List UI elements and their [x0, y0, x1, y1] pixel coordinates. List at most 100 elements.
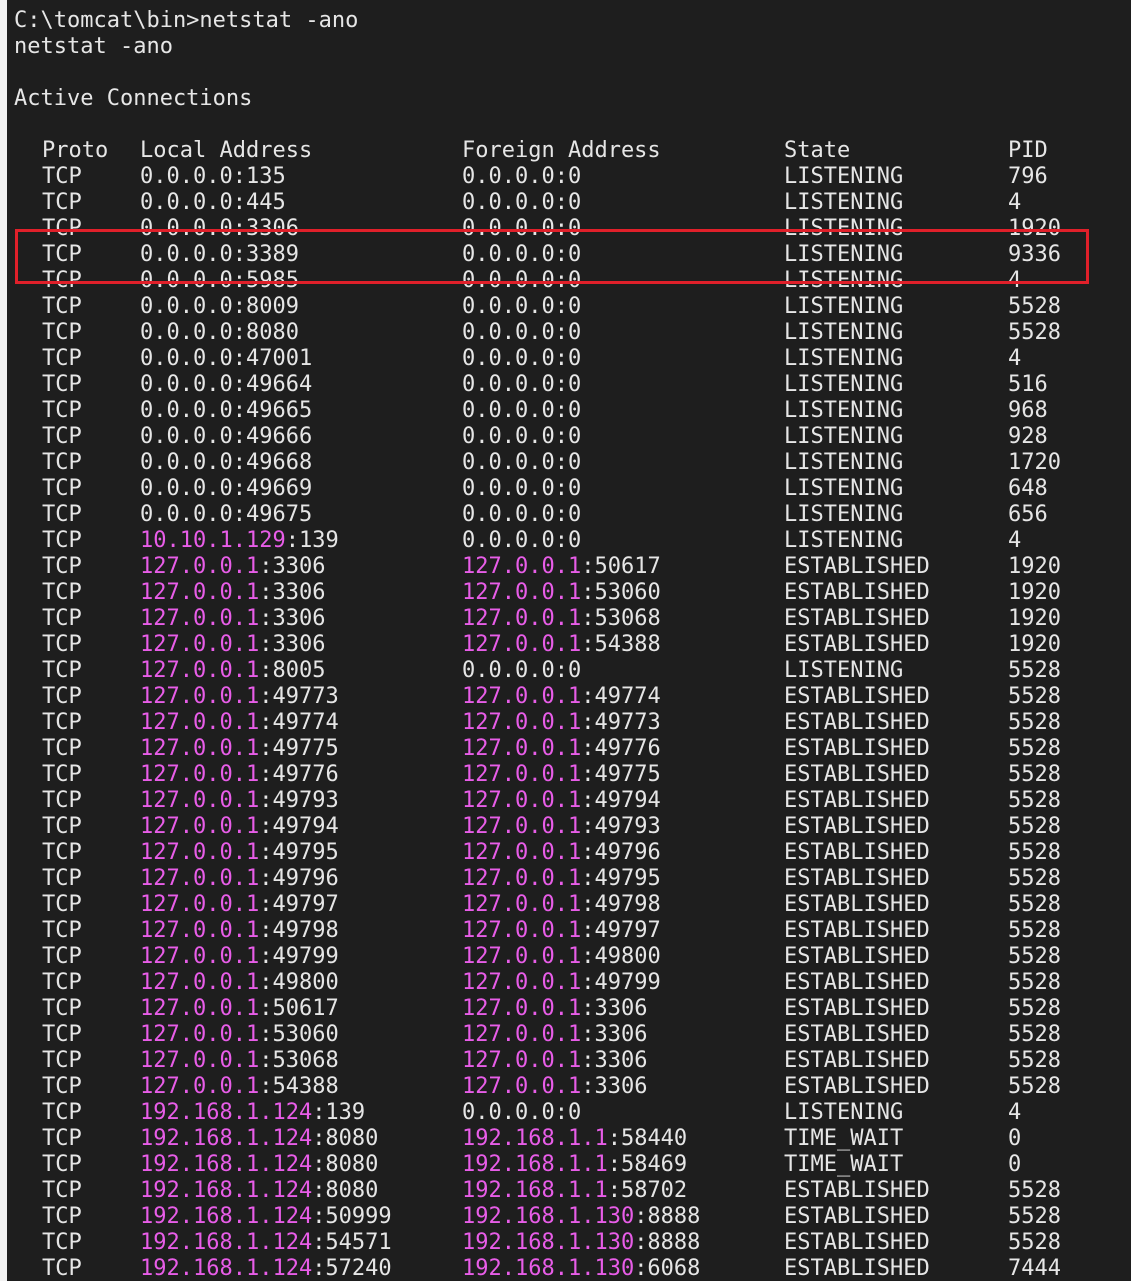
- state-text: ESTABLISHED: [784, 762, 930, 787]
- cell-pid: 5528: [1008, 710, 1061, 736]
- local-port: 0.0.0.0:49669: [140, 476, 313, 501]
- cell-foreign-address: 127.0.0.1:53068: [462, 606, 661, 632]
- state-text: ESTABLISHED: [784, 554, 930, 579]
- cell-foreign-address: 127.0.0.1:49773: [462, 710, 661, 736]
- proto-text: TCP: [42, 372, 82, 397]
- state-text: ESTABLISHED: [784, 1074, 930, 1099]
- cell-local-address: 10.10.1.129:139: [140, 528, 339, 554]
- table-row: TCP 127.0.0.1:3306 127.0.0.1:53060 ESTABLIS…: [7, 580, 1131, 606]
- cell-foreign-address: 192.168.1.130:8888: [462, 1230, 700, 1256]
- cell-local-address: 127.0.0.1:3306: [140, 554, 325, 580]
- cell-foreign-address: 127.0.0.1:49793: [462, 814, 661, 840]
- cell-local-address: 127.0.0.1:3306: [140, 632, 325, 658]
- table-row: TCP 127.0.0.1:53068 127.0.0.1:3306 ESTABLIS…: [7, 1048, 1131, 1074]
- table-header: Proto Local Address Foreign Address Stat…: [7, 138, 1131, 164]
- proto-text: TCP: [42, 580, 82, 605]
- proto-text: TCP: [42, 190, 82, 215]
- foreign-ip: 192.168.1.1: [462, 1152, 608, 1177]
- foreign-port: 0.0.0.0:0: [462, 502, 582, 527]
- foreign-ip: 127.0.0.1: [462, 1022, 582, 1047]
- table-row: TCP 127.0.0.1:54388 127.0.0.1:3306 ESTABLIS…: [7, 1074, 1131, 1100]
- pid-text: 5528: [1008, 658, 1061, 683]
- table-row: TCP 0.0.0.0:445 0.0.0.0:0 LISTENING 4: [7, 190, 1131, 216]
- pid-text: 1720: [1008, 450, 1061, 475]
- cell-foreign-address: 127.0.0.1:49795: [462, 866, 661, 892]
- pid-text: 1920: [1008, 554, 1061, 579]
- cell-pid: 5528: [1008, 762, 1061, 788]
- cell-state: LISTENING: [784, 424, 903, 450]
- cell-foreign-address: 127.0.0.1:49774: [462, 684, 661, 710]
- table-row: TCP 10.10.1.129:139 0.0.0.0:0 LISTENING 4: [7, 528, 1131, 554]
- local-ip: 127.0.0.1: [140, 814, 260, 839]
- table-row: TCP 0.0.0.0:135 0.0.0.0:0 LISTENING 796: [7, 164, 1131, 190]
- cell-state: LISTENING: [784, 528, 903, 554]
- state-text: LISTENING: [784, 424, 904, 449]
- proto-text: TCP: [42, 658, 82, 683]
- table-row: TCP 0.0.0.0:49665 0.0.0.0:0 LISTENING 968: [7, 398, 1131, 424]
- state-text: ESTABLISHED: [784, 1256, 930, 1281]
- foreign-ip: 127.0.0.1: [462, 866, 582, 891]
- pid-text: 1920: [1008, 606, 1061, 631]
- pid-text: 5528: [1008, 1022, 1061, 1047]
- local-port: :49795: [259, 840, 339, 865]
- cell-local-address: 127.0.0.1:49774: [140, 710, 339, 736]
- cell-local-address: 0.0.0.0:49666: [140, 424, 312, 450]
- cell-pid: 5528: [1008, 1022, 1061, 1048]
- cell-foreign-address: 0.0.0.0:0: [462, 346, 581, 372]
- local-ip: 127.0.0.1: [140, 632, 260, 657]
- cell-local-address: 192.168.1.124:139: [140, 1100, 365, 1126]
- state-text: LISTENING: [784, 398, 904, 423]
- cell-local-address: 127.0.0.1:49795: [140, 840, 339, 866]
- local-ip: 127.0.0.1: [140, 658, 260, 683]
- foreign-ip: 127.0.0.1: [462, 580, 582, 605]
- foreign-port: :49773: [581, 710, 661, 735]
- foreign-ip: 127.0.0.1: [462, 736, 582, 761]
- local-ip: 127.0.0.1: [140, 944, 260, 969]
- state-text: ESTABLISHED: [784, 710, 930, 735]
- table-row: TCP 127.0.0.1:49775 127.0.0.1:49776 ESTABLI…: [7, 736, 1131, 762]
- proto-text: TCP: [42, 554, 82, 579]
- cell-state: TIME_WAIT: [784, 1152, 903, 1178]
- state-text: ESTABLISHED: [784, 1204, 930, 1229]
- cell-state: ESTABLISHED: [784, 970, 930, 996]
- local-port: :57240: [312, 1256, 392, 1281]
- cell-state: ESTABLISHED: [784, 1048, 930, 1074]
- header-foreign-address: Foreign Address: [462, 138, 661, 163]
- pid-text: 5528: [1008, 294, 1061, 319]
- cell-pid: 5528: [1008, 1204, 1061, 1230]
- pid-text: 0: [1008, 1152, 1022, 1177]
- cell-local-address: 0.0.0.0:8080: [140, 320, 299, 346]
- cell-foreign-address: 0.0.0.0:0: [462, 528, 581, 554]
- cell-proto: TCP: [42, 762, 82, 788]
- cell-foreign-address: 0.0.0.0:0: [462, 502, 581, 528]
- cell-proto: TCP: [42, 814, 82, 840]
- local-port: :53060: [259, 1022, 339, 1047]
- cell-local-address: 127.0.0.1:49800: [140, 970, 339, 996]
- cell-pid: 5528: [1008, 294, 1061, 320]
- pid-text: 4: [1008, 528, 1022, 553]
- cell-local-address: 127.0.0.1:49798: [140, 918, 339, 944]
- state-text: ESTABLISHED: [784, 944, 930, 969]
- foreign-ip: 192.168.1.130: [462, 1256, 635, 1281]
- local-port: 0.0.0.0:8009: [140, 294, 299, 319]
- proto-text: TCP: [42, 1152, 82, 1177]
- foreign-port: 0.0.0.0:0: [462, 346, 582, 371]
- console-window[interactable]: C:\tomcat\bin>netstat -ano netstat -ano …: [7, 0, 1131, 1281]
- foreign-ip: 127.0.0.1: [462, 970, 582, 995]
- pid-text: 5528: [1008, 892, 1061, 917]
- pid-text: 968: [1008, 398, 1048, 423]
- cell-state: ESTABLISHED: [784, 736, 930, 762]
- foreign-ip: 127.0.0.1: [462, 788, 582, 813]
- proto-text: TCP: [42, 346, 82, 371]
- proto-text: TCP: [42, 788, 82, 813]
- table-row: TCP 0.0.0.0:49664 0.0.0.0:0 LISTENING 516: [7, 372, 1131, 398]
- foreign-port: :49798: [581, 892, 661, 917]
- proto-text: TCP: [42, 1126, 82, 1151]
- foreign-port: :49776: [581, 736, 661, 761]
- local-port: :8080: [312, 1152, 379, 1177]
- foreign-port: :49775: [581, 762, 661, 787]
- cell-pid: 5528: [1008, 892, 1061, 918]
- local-port: :139: [312, 1100, 366, 1125]
- cell-foreign-address: 0.0.0.0:0: [462, 294, 581, 320]
- cell-state: LISTENING: [784, 294, 903, 320]
